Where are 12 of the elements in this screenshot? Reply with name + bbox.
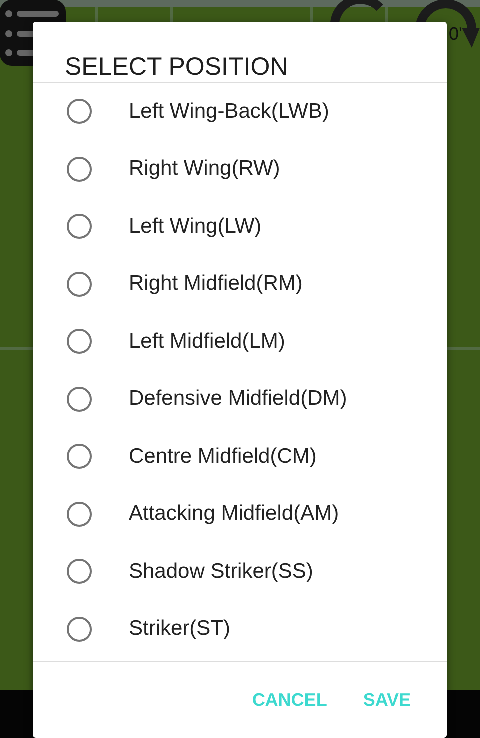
position-label: Left Midfield(LM)	[129, 330, 286, 354]
position-label: Right Midfield(RM)	[129, 272, 303, 296]
position-label: Striker(ST)	[129, 617, 230, 642]
position-label: Right Wing(RW)	[129, 157, 280, 182]
position-label: Left Wing-Back(LWB)	[129, 100, 330, 124]
position-label: Left Wing(LW)	[129, 214, 262, 239]
timer-text: 0'	[449, 24, 462, 45]
position-label: Centre Midfield(CM)	[129, 444, 317, 469]
position-label: Shadow Striker(SS)	[129, 560, 314, 584]
position-label: Defensive Midfield(DM)	[129, 387, 348, 412]
position-label: Attacking Midfield(AM)	[129, 502, 340, 526]
dialog-title: SELECT POSITION	[64, 52, 290, 82]
